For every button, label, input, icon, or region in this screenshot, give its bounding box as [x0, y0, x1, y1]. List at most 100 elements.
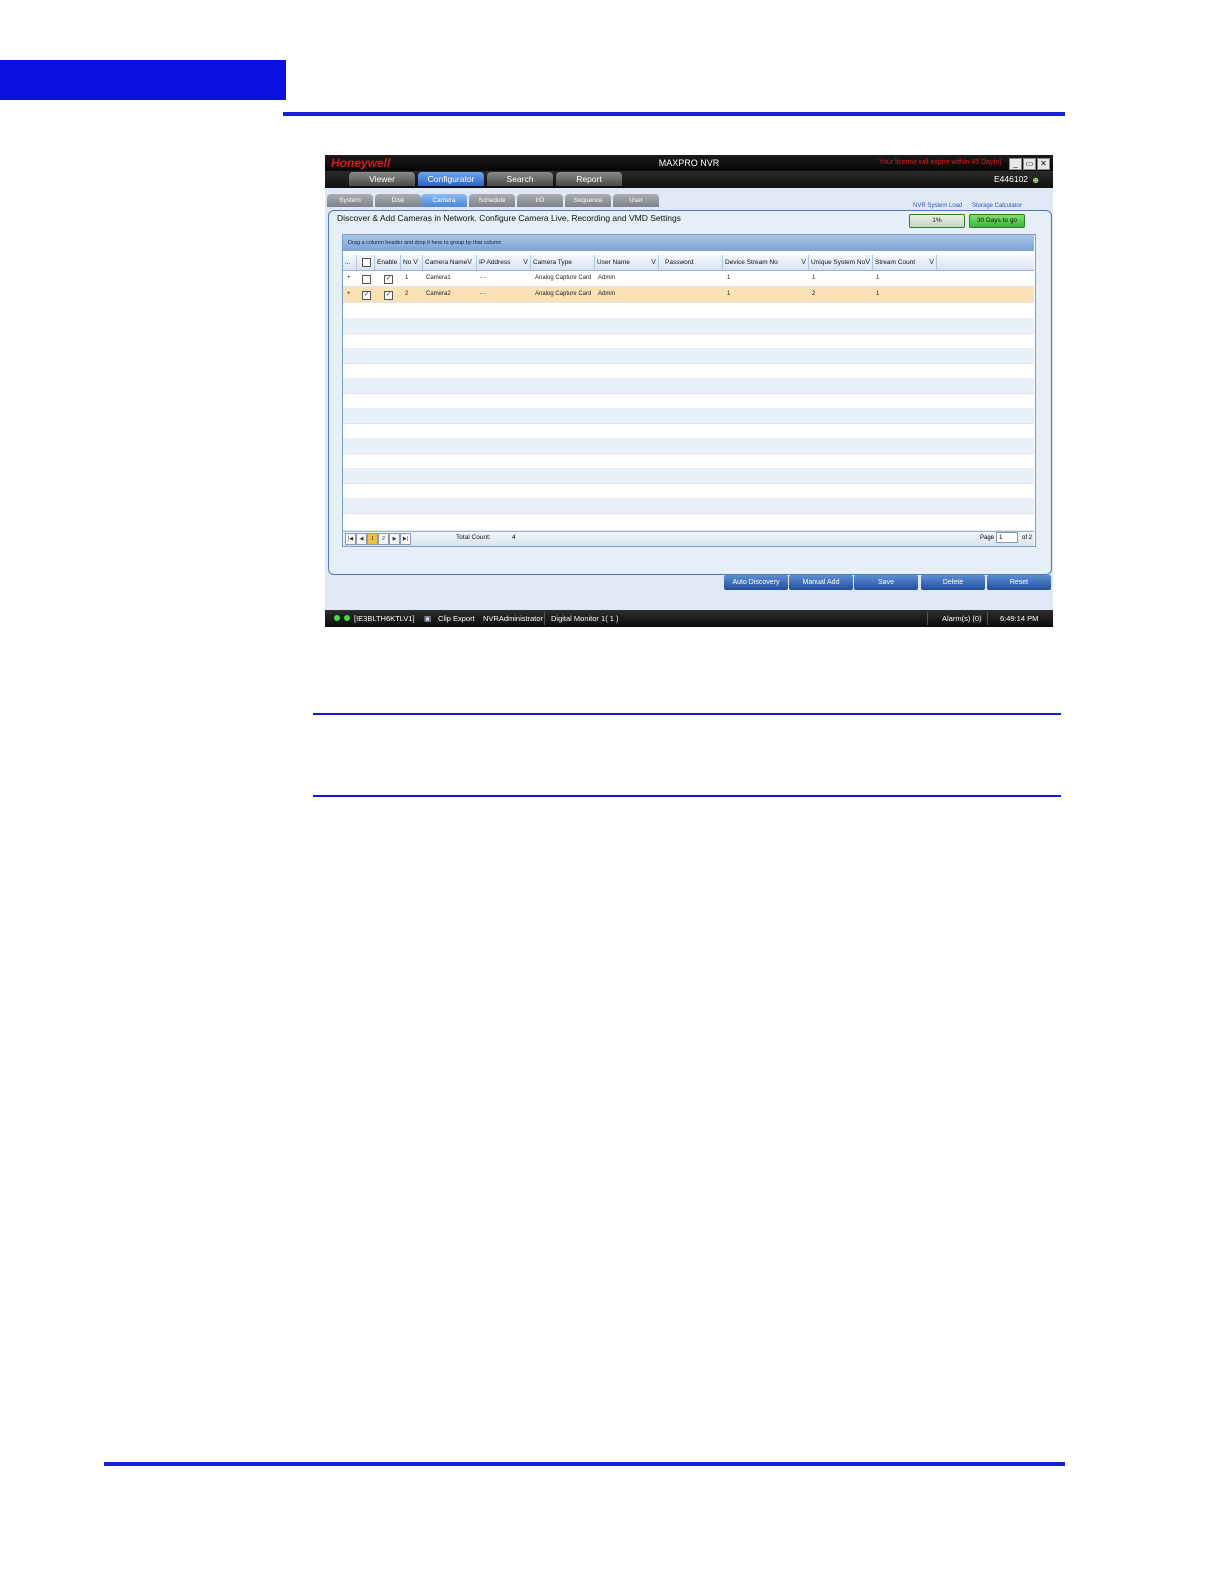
- empty-row: [343, 423, 1034, 439]
- page-of-label: of 2: [1022, 535, 1033, 541]
- cell-no: 1: [405, 275, 409, 281]
- cell-camera-type: Analog Capture Card: [535, 275, 592, 281]
- empty-row: [343, 303, 1034, 319]
- cell-stream-count: 1: [876, 275, 880, 281]
- tab-viewer[interactable]: Viewer: [349, 172, 415, 186]
- column-label-no: No: [403, 259, 412, 266]
- empty-row: [343, 513, 1034, 531]
- column-header-select[interactable]: [357, 255, 375, 270]
- column-label-user-name: User Name: [597, 259, 630, 266]
- cell-stream-count: 1: [876, 291, 880, 297]
- column-header-camera-type[interactable]: Camera Type: [531, 255, 595, 270]
- filter-icon[interactable]: ᐯ: [801, 255, 806, 270]
- reset-button[interactable]: Reset: [987, 575, 1051, 590]
- panel-title: Discover & Add Cameras in Network. Confi…: [337, 213, 681, 223]
- next-page-icon[interactable]: ▶: [389, 533, 400, 545]
- cell-user-name: Admin: [598, 291, 616, 297]
- empty-row: [343, 318, 1034, 334]
- auto-discovery-button[interactable]: Auto Discovery: [724, 575, 788, 590]
- empty-row: [343, 498, 1034, 514]
- alarm-count[interactable]: Alarm(s) (0): [942, 610, 982, 627]
- page-number-input[interactable]: 1: [996, 532, 1018, 543]
- column-header-unique-system-no[interactable]: Unique System No ᐯ: [809, 255, 873, 270]
- note-rule-top: [313, 713, 1061, 715]
- empty-row: [343, 438, 1034, 454]
- column-label-camera-name: Camera Name: [425, 259, 468, 266]
- cell-camera-name: Camera2: [426, 291, 451, 297]
- tab-report[interactable]: Report: [556, 172, 622, 186]
- subtab-disk[interactable]: Disk: [375, 194, 421, 207]
- column-header-enable[interactable]: Enable: [375, 255, 401, 270]
- row-expander[interactable]: +: [347, 287, 351, 302]
- row-enable-checkbox[interactable]: ✓: [384, 291, 393, 300]
- row-expander[interactable]: +: [347, 271, 351, 286]
- filter-icon[interactable]: ᐯ: [413, 259, 418, 266]
- save-button[interactable]: Save: [854, 575, 918, 590]
- column-header-user-name[interactable]: User Name ᐯ: [595, 255, 659, 270]
- tab-search[interactable]: Search: [487, 172, 553, 186]
- column-header-password[interactable]: Password: [659, 255, 723, 270]
- page-button-2[interactable]: 2: [378, 533, 389, 545]
- cell-camera-name: Camera1: [426, 275, 451, 281]
- nvr-load-link[interactable]: NVR System Load: [913, 203, 962, 209]
- status-host: [IE3BLTH6KTLV1]: [354, 614, 415, 623]
- clip-export-button[interactable]: Clip Export: [438, 610, 475, 627]
- tab-configurator[interactable]: Configurator: [418, 172, 484, 186]
- empty-row: [343, 363, 1034, 379]
- user-menu-icon[interactable]: ☻▾: [1031, 175, 1043, 195]
- row-select-checkbox[interactable]: [362, 275, 371, 284]
- cell-device-stream-no: 1: [727, 275, 731, 281]
- subtab-system[interactable]: System: [327, 194, 373, 207]
- row-enable-checkbox[interactable]: ✓: [384, 275, 393, 284]
- cell-device-stream-no: 1: [727, 291, 731, 297]
- status-clock: 6:49:14 PM: [1000, 614, 1039, 623]
- footer-rule: [104, 1462, 1065, 1466]
- delete-button[interactable]: Delete: [921, 575, 985, 590]
- empty-row: [343, 333, 1034, 349]
- grid-pager: [343, 531, 1034, 546]
- cell-unique-system-no: 1: [812, 275, 816, 281]
- prev-page-icon[interactable]: ◀: [356, 533, 367, 545]
- first-page-icon[interactable]: |◀: [345, 533, 356, 545]
- page-label: Page: [980, 535, 995, 541]
- group-by-area[interactable]: Drag a column header and drop it here to…: [343, 235, 1034, 251]
- row-select-checkbox[interactable]: ✓: [362, 291, 371, 300]
- column-header-device-stream-no[interactable]: Device Stream No ᐯ: [723, 255, 809, 270]
- subtab-user[interactable]: User: [613, 194, 659, 207]
- select-all-checkbox[interactable]: [362, 258, 371, 267]
- close-icon[interactable]: ✕: [1037, 158, 1050, 170]
- column-header-camera-name[interactable]: Camera Nameᐯ: [423, 255, 477, 270]
- filter-icon[interactable]: ᐯ: [523, 255, 528, 270]
- subtab-io[interactable]: I/O: [517, 194, 563, 207]
- cell-ip-address: - -: [480, 291, 486, 297]
- brand-logo: Honeywell: [331, 156, 391, 170]
- subtab-camera[interactable]: Camera: [421, 194, 467, 207]
- cell-camera-type: Analog Capture Card: [535, 291, 592, 297]
- maxpro-nvr-window: MAXPRO NVR Honeywell Your license will e…: [325, 155, 1053, 627]
- cell-no: 2: [405, 291, 409, 297]
- column-header-ip-address[interactable]: IP Address ᐯ: [477, 255, 531, 270]
- subtab-sequence[interactable]: Sequence: [565, 194, 611, 207]
- manual-add-button[interactable]: Manual Add: [789, 575, 853, 590]
- status-separator: [927, 612, 928, 625]
- maximize-icon[interactable]: ▭: [1023, 158, 1036, 170]
- clip-export-icon[interactable]: ▣: [424, 610, 431, 627]
- page-button-1[interactable]: 1: [367, 533, 378, 545]
- minimize-icon[interactable]: _: [1009, 158, 1022, 170]
- status-user: NVRAdministrator: [483, 614, 544, 623]
- column-header-no[interactable]: No ᐯ: [401, 255, 423, 270]
- column-header-stream-count[interactable]: Stream Count ᐯ: [873, 255, 937, 270]
- empty-row: [343, 453, 1034, 469]
- subtab-schedule[interactable]: Schedule: [469, 194, 515, 207]
- cell-ip-address: - -: [480, 275, 486, 281]
- filter-icon[interactable]: ᐯ: [865, 255, 870, 270]
- last-page-icon[interactable]: ▶|: [400, 533, 411, 545]
- license-notice: Your license will expire within 45 Day(s…: [879, 159, 1002, 166]
- empty-row: [343, 348, 1034, 364]
- storage-calculator-link[interactable]: Storage Calculator: [972, 203, 1022, 209]
- filter-icon[interactable]: ᐯ: [651, 255, 656, 270]
- storage-gauge: 30 Days to go: [969, 214, 1025, 228]
- filter-icon[interactable]: ᐯ: [929, 255, 934, 270]
- filter-icon[interactable]: ᐯ: [467, 259, 472, 266]
- status-led-icon: [334, 615, 340, 621]
